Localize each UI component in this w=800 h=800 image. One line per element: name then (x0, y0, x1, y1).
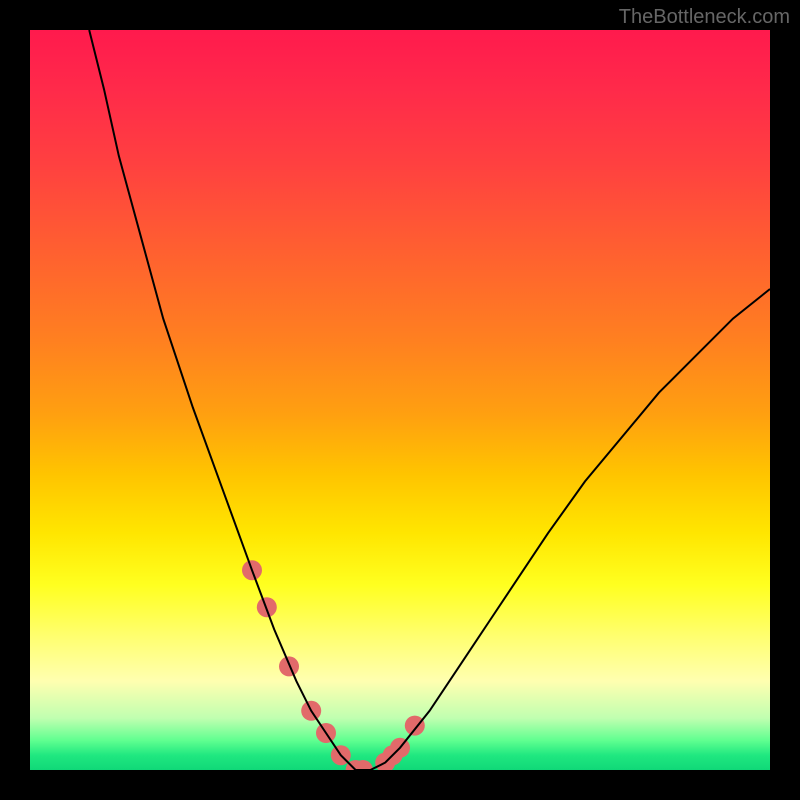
highlight-markers-group (242, 560, 425, 770)
curve-svg (30, 30, 770, 770)
plot-area (30, 30, 770, 770)
watermark-text: TheBottleneck.com (619, 6, 790, 29)
chart-container: TheBottleneck.com (0, 0, 800, 800)
highlight-marker (405, 716, 425, 736)
bottleneck-curve-path (89, 30, 770, 770)
